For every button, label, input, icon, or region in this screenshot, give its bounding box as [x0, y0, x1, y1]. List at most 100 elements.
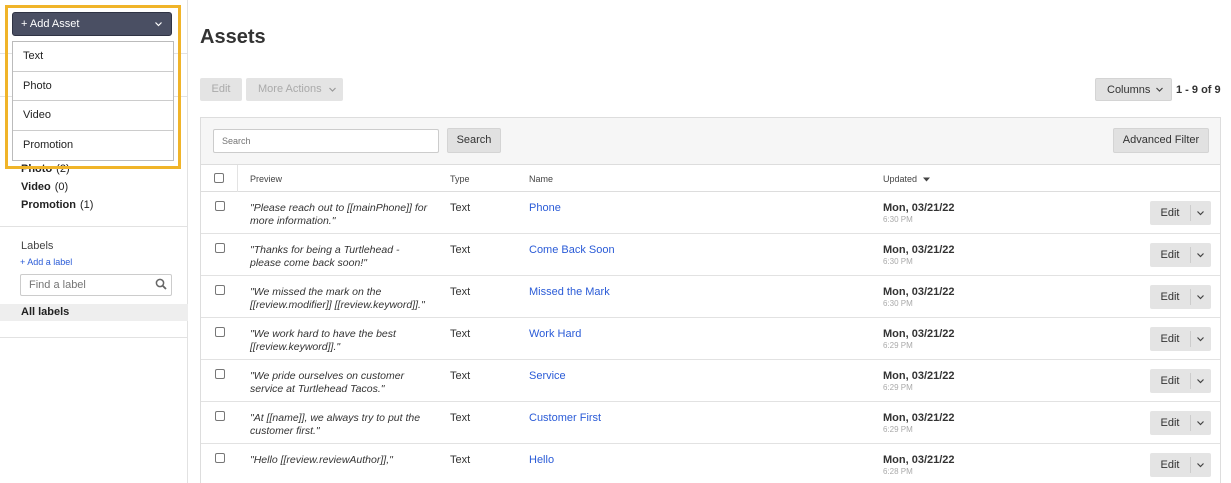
row-edit-group: Edit	[1150, 201, 1211, 225]
row-edit-dropdown[interactable]	[1191, 411, 1211, 435]
add-label-link[interactable]: + Add a label	[20, 257, 72, 267]
row-edit-button[interactable]: Edit	[1150, 285, 1190, 309]
type-filter-video[interactable]: Video (0)	[21, 181, 68, 193]
row-type: Text	[450, 328, 471, 340]
header-name: Name	[529, 174, 554, 184]
table-row: "We work hard to have the best [[review.…	[201, 318, 1220, 360]
row-preview: "Hello [[review.reviewAuthor]],"	[250, 454, 393, 466]
chevron-down-icon	[1196, 327, 1205, 354]
edit-button[interactable]: Edit	[200, 78, 242, 101]
row-checkbox[interactable]	[215, 243, 225, 253]
table-toolbar: Search Advanced Filter	[201, 118, 1220, 165]
columns-label: Columns	[1107, 84, 1151, 96]
row-preview: "We missed the mark on the [[review.modi…	[250, 286, 425, 311]
row-checkbox[interactable]	[215, 453, 225, 463]
table-header: Preview Type Name Updated	[201, 165, 1220, 192]
chevron-down-icon	[1196, 411, 1205, 438]
advanced-filter-button[interactable]: Advanced Filter	[1113, 128, 1209, 153]
row-type: Text	[450, 454, 471, 466]
row-name-link[interactable]: Customer First	[529, 412, 601, 424]
row-preview: "We pride ourselves on customer service …	[250, 370, 405, 395]
row-updated-time: 6:29 PM	[883, 425, 913, 434]
chevron-down-icon	[1196, 453, 1205, 480]
row-edit-dropdown[interactable]	[1191, 327, 1211, 351]
row-name-link[interactable]: Come Back Soon	[529, 244, 615, 256]
chevron-down-icon	[1196, 369, 1205, 396]
type-name: Promotion	[21, 199, 76, 211]
row-checkbox[interactable]	[215, 201, 225, 211]
row-preview: "Thanks for being a Turtlehead - please …	[250, 244, 400, 269]
row-edit-group: Edit	[1150, 243, 1211, 267]
label-search	[20, 274, 172, 296]
row-updated-time: 6:28 PM	[883, 467, 913, 476]
row-updated-date: Mon, 03/21/22	[883, 412, 955, 424]
row-edit-group: Edit	[1150, 369, 1211, 393]
row-edit-group: Edit	[1150, 411, 1211, 435]
pagination-count: 1 - 9 of 9	[1176, 84, 1221, 96]
type-count: (1)	[80, 199, 94, 211]
page-title: Assets	[200, 26, 266, 48]
sidebar-divider	[0, 226, 188, 227]
row-updated-date: Mon, 03/21/22	[883, 454, 955, 466]
row-type: Text	[450, 244, 471, 256]
row-edit-dropdown[interactable]	[1191, 369, 1211, 393]
search-button[interactable]: Search	[447, 128, 501, 153]
chevron-down-icon	[1196, 243, 1205, 270]
row-checkbox[interactable]	[215, 285, 225, 295]
find-label-input[interactable]	[29, 275, 154, 295]
row-edit-dropdown[interactable]	[1191, 453, 1211, 477]
row-checkbox[interactable]	[215, 327, 225, 337]
row-edit-button[interactable]: Edit	[1150, 327, 1190, 351]
row-checkbox[interactable]	[215, 369, 225, 379]
row-type: Text	[450, 202, 471, 214]
columns-button[interactable]: Columns	[1095, 78, 1172, 101]
chevron-down-icon	[328, 78, 337, 110]
column-divider	[237, 165, 238, 192]
chevron-down-icon	[1196, 285, 1205, 312]
row-updated-date: Mon, 03/21/22	[883, 244, 955, 256]
header-preview: Preview	[250, 174, 283, 184]
row-edit-dropdown[interactable]	[1191, 243, 1211, 267]
type-filter-promotion[interactable]: Promotion (1)	[21, 199, 93, 211]
row-name-link[interactable]: Missed the Mark	[529, 286, 610, 298]
row-name-link[interactable]: Work Hard	[529, 328, 581, 340]
row-updated-time: 6:29 PM	[883, 341, 913, 350]
more-actions-button[interactable]: More Actions	[246, 78, 343, 101]
row-updated-date: Mon, 03/21/22	[883, 202, 955, 214]
table-row: "At [[name]], we always try to put the c…	[201, 402, 1220, 444]
row-updated-date: Mon, 03/21/22	[883, 370, 955, 382]
labels-heading: Labels	[21, 240, 54, 252]
all-labels-item[interactable]: All labels	[0, 304, 188, 321]
row-edit-group: Edit	[1150, 285, 1211, 309]
row-edit-dropdown[interactable]	[1191, 201, 1211, 225]
header-updated[interactable]: Updated	[883, 174, 930, 184]
row-edit-button[interactable]: Edit	[1150, 369, 1190, 393]
table-row: "Thanks for being a Turtlehead - please …	[201, 234, 1220, 276]
table-row: "We pride ourselves on customer service …	[201, 360, 1220, 402]
row-checkbox[interactable]	[215, 411, 225, 421]
header-type: Type	[450, 174, 470, 184]
type-name: Video	[21, 181, 51, 193]
select-all-checkbox[interactable]	[214, 173, 224, 183]
row-edit-button[interactable]: Edit	[1150, 201, 1190, 225]
row-type: Text	[450, 412, 471, 424]
row-name-link[interactable]: Hello	[529, 454, 554, 466]
row-updated-date: Mon, 03/21/22	[883, 328, 955, 340]
sidebar-divider	[0, 337, 188, 338]
search-icon[interactable]	[155, 278, 167, 293]
row-edit-dropdown[interactable]	[1191, 285, 1211, 309]
row-edit-button[interactable]: Edit	[1150, 453, 1190, 477]
row-name-link[interactable]: Service	[529, 370, 566, 382]
row-preview: "We work hard to have the best [[review.…	[250, 328, 396, 353]
row-edit-button[interactable]: Edit	[1150, 243, 1190, 267]
row-name-link[interactable]: Phone	[529, 202, 561, 214]
chevron-down-icon	[1155, 78, 1164, 110]
row-preview: "Please reach out to [[mainPhone]] for m…	[250, 202, 428, 227]
search-input[interactable]	[213, 129, 439, 153]
row-updated-time: 6:29 PM	[883, 383, 913, 392]
type-count: (0)	[54, 181, 69, 193]
row-updated-time: 6:30 PM	[883, 299, 913, 308]
row-edit-button[interactable]: Edit	[1150, 411, 1190, 435]
row-updated-date: Mon, 03/21/22	[883, 286, 955, 298]
highlight-box	[5, 5, 181, 169]
